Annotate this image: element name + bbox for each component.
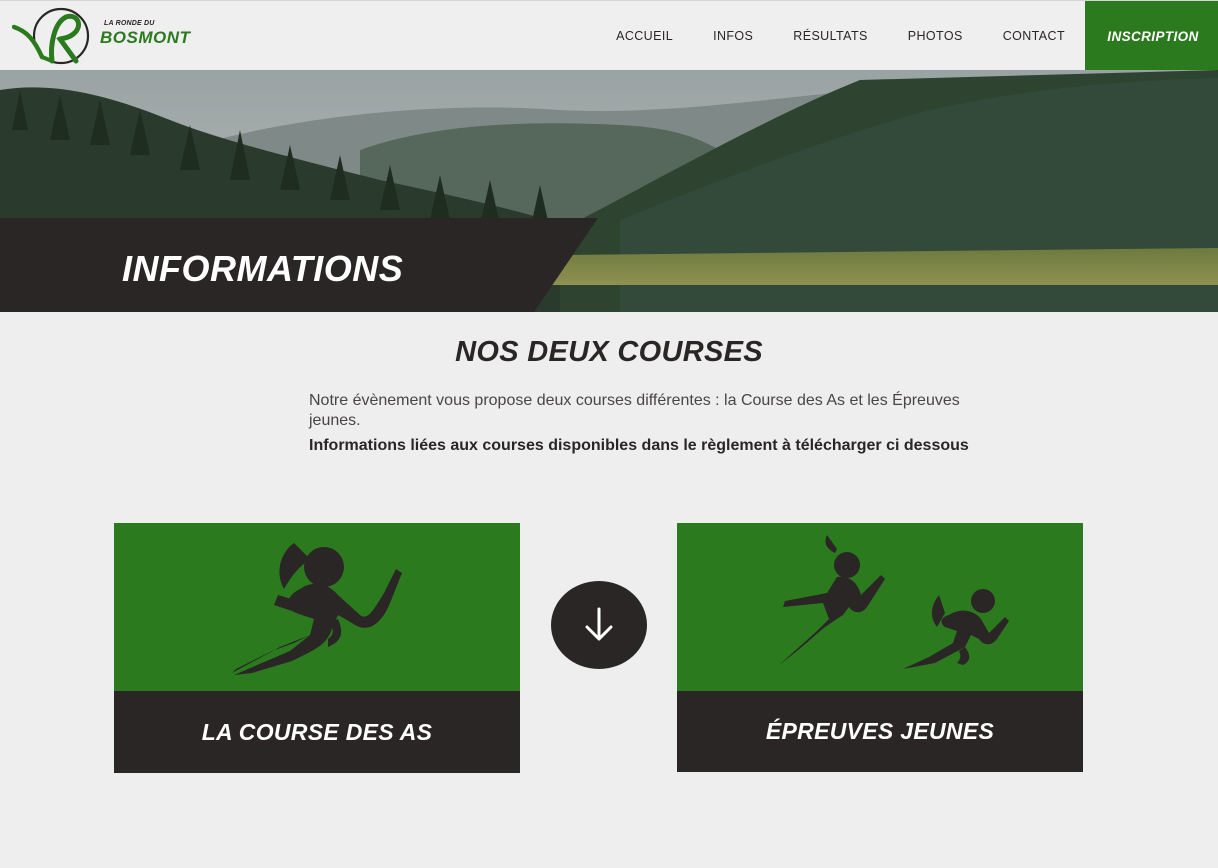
course-card-label: ÉPREUVES JEUNES	[765, 718, 995, 744]
nav-photos[interactable]: PHOTOS	[888, 1, 983, 71]
intro-bold-text: Informations liées aux courses disponibl…	[309, 437, 969, 454]
hero-banner: INFORMATIONS	[0, 70, 1218, 312]
logo-title: BOSMONT	[100, 28, 191, 47]
inscription-button[interactable]: INSCRIPTION	[1085, 1, 1218, 71]
site-logo[interactable]: LA RONDE DU BOSMONT	[12, 5, 202, 67]
course-card-footer: ÉPREUVES JEUNES	[677, 691, 1083, 772]
arrow-down-icon	[585, 607, 613, 641]
hero-title: INFORMATIONS	[122, 248, 404, 289]
download-button[interactable]	[551, 581, 647, 669]
nav-accueil[interactable]: ACCUEIL	[596, 1, 693, 71]
logo-subtitle: LA RONDE DU	[104, 20, 155, 27]
section-title: NOS DEUX COURSES	[455, 336, 763, 368]
course-card-image	[114, 523, 520, 691]
nav-infos[interactable]: INFOS	[693, 1, 773, 71]
course-card-footer: LA COURSE DES AS	[114, 691, 520, 773]
intro-text: Notre évènement vous propose deux course…	[309, 392, 960, 429]
course-card-label: LA COURSE DES AS	[201, 718, 433, 745]
nav-resultats[interactable]: RÉSULTATS	[773, 1, 887, 71]
course-card-as[interactable]: LA COURSE DES AS	[114, 523, 520, 773]
logo-emblem-icon	[12, 7, 90, 65]
intro-text-block: Notre évènement vous propose deux course…	[309, 391, 999, 456]
course-card-jeunes[interactable]: ÉPREUVES JEUNES	[677, 523, 1083, 772]
main-nav: ACCUEIL INFOS RÉSULTATS PHOTOS CONTACT I…	[596, 1, 1218, 71]
site-header: LA RONDE DU BOSMONT ACCUEIL INFOS RÉSULT…	[0, 0, 1218, 71]
course-card-image	[677, 523, 1083, 691]
runner-icon	[232, 543, 402, 675]
nav-contact[interactable]: CONTACT	[983, 1, 1085, 71]
runners-icon	[779, 535, 1009, 669]
